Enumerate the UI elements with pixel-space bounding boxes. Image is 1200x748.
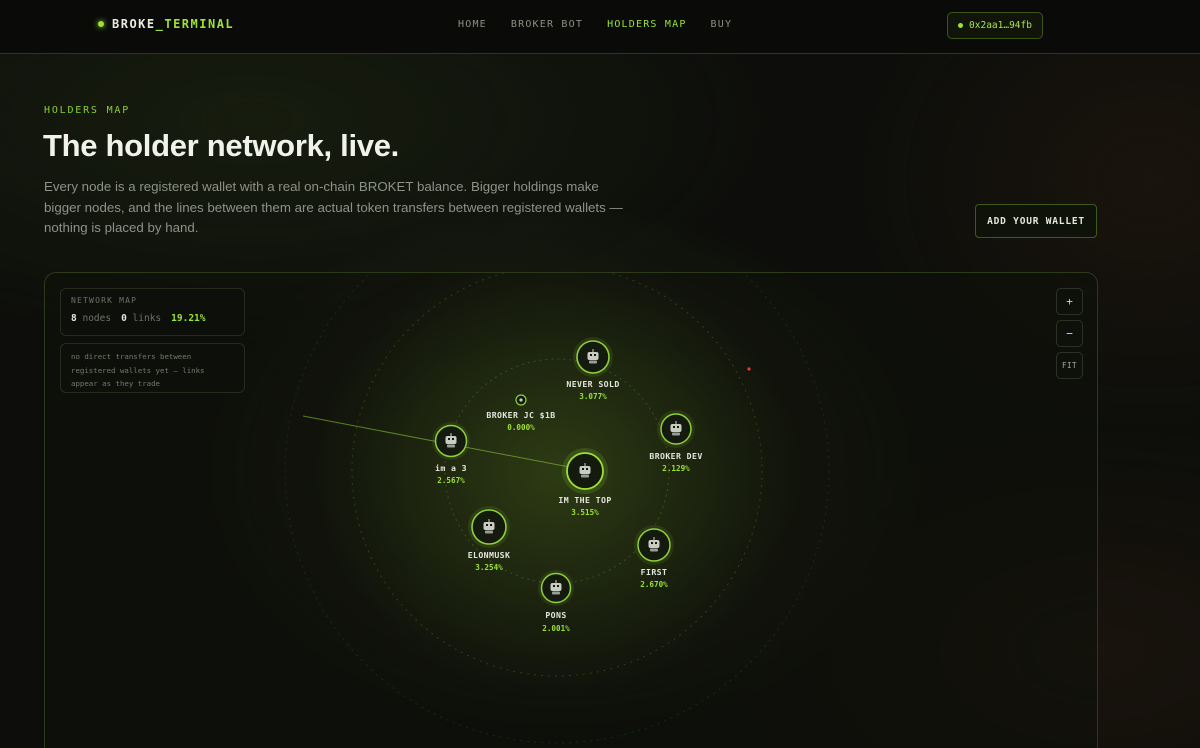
node-label: FIRST xyxy=(641,567,668,577)
holder-node-first[interactable]: FIRST 2.670% xyxy=(634,525,674,589)
node-percentage: 2.567% xyxy=(437,476,465,485)
holder-node-im-the-top[interactable]: IM THE TOP 3.515% xyxy=(558,448,611,517)
robot-icon xyxy=(519,398,523,402)
node-percentage: 2.001% xyxy=(542,624,570,633)
holder-node-pons[interactable]: PONS 2.001% xyxy=(538,570,574,633)
node-percentage: 2.670% xyxy=(640,580,668,589)
node-percentage: 3.077% xyxy=(579,392,607,401)
holder-node-elonmusk[interactable]: ELONMUSK 3.254% xyxy=(468,506,511,572)
add-wallet-button[interactable]: ADD YOUR WALLET xyxy=(975,204,1097,238)
network-map-label: NETWORK MAP xyxy=(71,296,138,305)
brand-suffix: _TERMINAL xyxy=(155,17,235,31)
holder-node-never-sold[interactable]: NEVER SOLD 3.077% xyxy=(566,337,619,401)
wallet-address: 0x2aa1…94fb xyxy=(969,20,1032,31)
orbit-rings xyxy=(284,273,830,744)
main-nav: HOME BROKER BOT HOLDERS MAP BUY xyxy=(458,19,732,30)
node-label: IM THE TOP xyxy=(558,495,611,505)
total-holdings-pct: 19.21% xyxy=(171,313,206,324)
status-dot-icon xyxy=(98,21,104,27)
node-label: im a 3 xyxy=(435,463,467,473)
fit-view-button[interactable]: FIT xyxy=(1056,352,1083,379)
brand-logo[interactable]: BROKE_TERMINAL xyxy=(98,17,234,31)
nodes-unit: nodes xyxy=(82,313,112,324)
page-description: Every node is a registered wallet with a… xyxy=(44,179,623,235)
links-unit: links xyxy=(132,313,162,324)
links-count: 0 xyxy=(121,313,127,324)
no-links-note: no direct transfers between registered w… xyxy=(60,343,245,393)
node-percentage: 3.515% xyxy=(571,508,599,517)
node-percentage: 3.254% xyxy=(475,563,503,572)
nav-link-buy[interactable]: BUY xyxy=(711,19,733,30)
page-title: The holder network, live. xyxy=(43,128,399,163)
brand-name: BROKE xyxy=(112,17,156,31)
node-percentage: 0.000% xyxy=(507,423,535,432)
node-label: BROKER JC $1B xyxy=(486,410,555,420)
node-label: PONS xyxy=(545,610,566,620)
connected-wallet-button[interactable]: 0x2aa1…94fb xyxy=(947,12,1043,39)
zoom-in-button[interactable]: + xyxy=(1056,288,1083,315)
zoom-out-button[interactable]: − xyxy=(1056,320,1083,347)
top-navbar: BROKE_TERMINAL HOME BROKER BOT HOLDERS M… xyxy=(0,0,1200,54)
node-label: ELONMUSK xyxy=(468,550,511,560)
network-stats-row: 8 nodes 0 links 19.21% xyxy=(71,313,234,324)
holder-node-broker-dev[interactable]: BROKER DEV 2.129% xyxy=(649,410,702,473)
nav-link-holders-map[interactable]: HOLDERS MAP xyxy=(607,19,686,30)
wallet-status-dot-icon xyxy=(958,23,964,28)
network-map-panel[interactable]: NEVER SOLD 3.077% BROKER JC $1B 0.000% B… xyxy=(44,272,1098,748)
node-label: NEVER SOLD xyxy=(566,379,619,389)
network-stats-card: NETWORK MAP 8 nodes 0 links 19.21% xyxy=(60,288,245,336)
stray-red-dot xyxy=(747,367,751,371)
nav-link-home[interactable]: HOME xyxy=(458,19,487,30)
holder-node-im-a-3[interactable]: im a 3 2.567% xyxy=(432,422,470,485)
nodes-count: 8 xyxy=(71,313,77,324)
section-eyebrow: HOLDERS MAP xyxy=(44,105,131,116)
node-percentage: 2.129% xyxy=(662,464,690,473)
nav-link-broker-bot[interactable]: BROKER BOT xyxy=(511,19,583,30)
holder-node-broker-jc[interactable]: BROKER JC $1B 0.000% xyxy=(486,394,555,432)
orbit-ring-outer xyxy=(284,273,830,744)
node-label: BROKER DEV xyxy=(649,451,702,461)
